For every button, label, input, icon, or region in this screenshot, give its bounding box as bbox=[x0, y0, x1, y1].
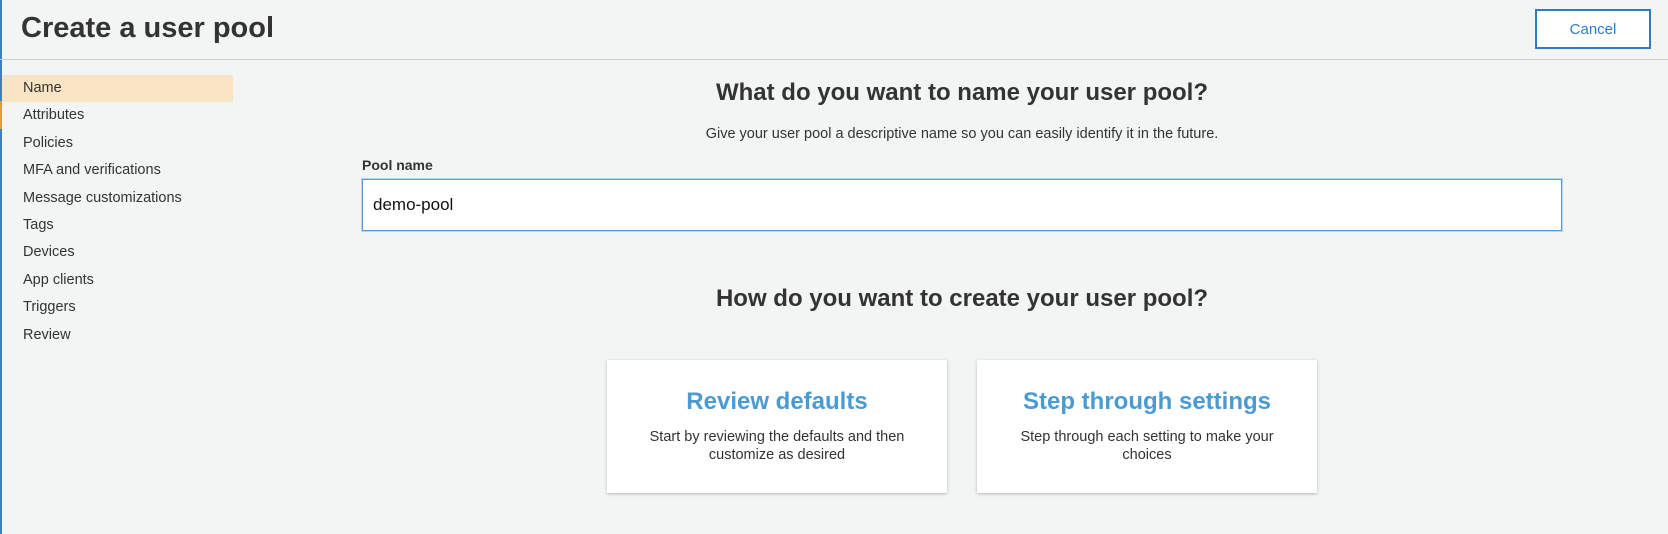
pool-name-input[interactable] bbox=[362, 179, 1562, 231]
sidebar-item-attributes[interactable]: Attributes bbox=[2, 102, 233, 129]
sidebar-item-mfa-and-verifications[interactable]: MFA and verifications bbox=[2, 157, 233, 184]
step-through-settings-description: Step through each setting to make your c… bbox=[1020, 429, 1274, 463]
sidebar-item-message-customizations[interactable]: Message customizations bbox=[2, 185, 233, 212]
review-defaults-card[interactable]: Review defaults Start by reviewing the d… bbox=[607, 360, 947, 493]
name-section-description: Give your user pool a descriptive name s… bbox=[705, 126, 1219, 142]
pool-name-label: Pool name bbox=[362, 157, 433, 173]
review-defaults-title[interactable]: Review defaults bbox=[607, 388, 947, 416]
name-section-heading: What do you want to name your user pool? bbox=[715, 79, 1208, 106]
sidebar-item-app-clients[interactable]: App clients bbox=[2, 267, 233, 294]
sidebar-item-devices[interactable]: Devices bbox=[2, 239, 233, 266]
page-title: Create a user pool bbox=[21, 12, 275, 44]
sidebar-item-tags[interactable]: Tags bbox=[2, 212, 233, 239]
sidebar-item-review[interactable]: Review bbox=[2, 322, 233, 349]
page-header: Create a user pool Cancel bbox=[0, 0, 1668, 60]
wizard-steps-sidebar: Name Attributes Policies MFA and verific… bbox=[2, 75, 233, 349]
create-section-heading: How do you want to create your user pool… bbox=[715, 285, 1209, 312]
cancel-button[interactable]: Cancel bbox=[1535, 9, 1651, 49]
sidebar-item-triggers[interactable]: Triggers bbox=[2, 294, 233, 321]
sidebar-item-name[interactable]: Name bbox=[2, 75, 233, 103]
sidebar-item-policies[interactable]: Policies bbox=[2, 130, 233, 157]
review-defaults-description: Start by reviewing the defaults and then… bbox=[649, 429, 905, 463]
step-through-settings-card[interactable]: Step through settings Step through each … bbox=[977, 360, 1317, 493]
step-through-settings-title[interactable]: Step through settings bbox=[977, 388, 1317, 416]
